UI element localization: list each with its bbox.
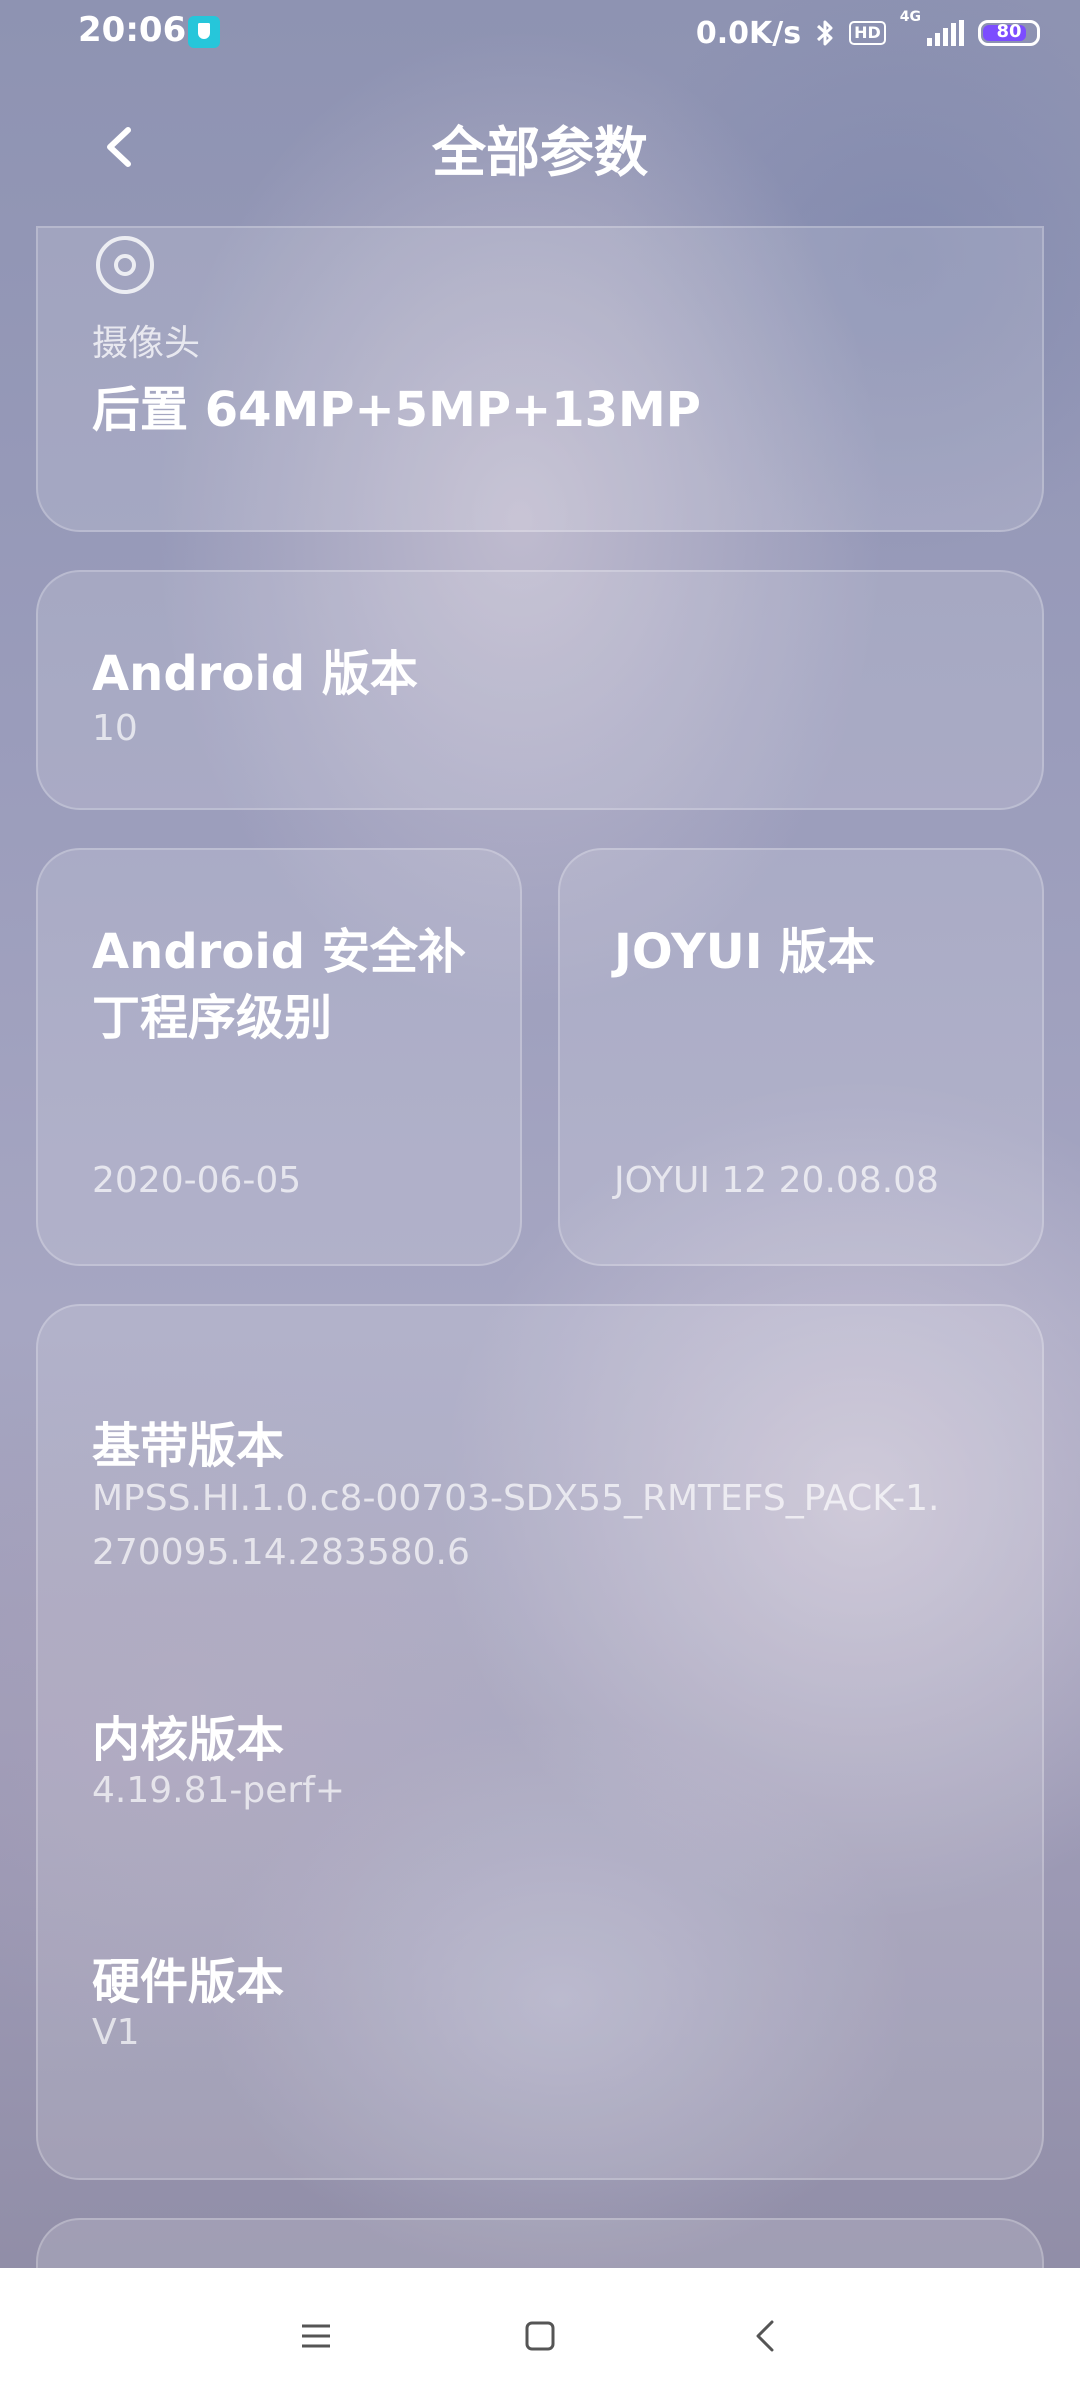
joyui-version-value: JOYUI 12 20.08.08 — [614, 1160, 939, 1201]
kernel-label: 内核版本 — [92, 1712, 285, 1768]
baseband-label: 基带版本 — [92, 1418, 285, 1474]
baseband-value-line2: 270095.14.283580.6 — [92, 1532, 470, 1573]
recents-button[interactable] — [286, 2306, 346, 2366]
security-shield-icon — [188, 16, 220, 48]
joyui-version-label: JOYUI 版本 — [614, 924, 876, 980]
battery-level: 80 — [996, 21, 1022, 42]
status-bar: 20:06 0.0K/s HD 4G 80 — [0, 0, 1080, 66]
status-time: 20:06 — [78, 10, 187, 50]
network-speed: 0.0K/s — [695, 15, 802, 51]
joyui-version-card[interactable]: JOYUI 版本 JOYUI 12 20.08.08 — [558, 848, 1044, 1266]
page-title: 全部参数 — [432, 121, 648, 184]
hd-voice-badge: HD — [849, 21, 886, 45]
android-version-value: 10 — [92, 708, 138, 749]
bluetooth-icon — [817, 20, 833, 46]
detail-item-kernel[interactable]: 内核版本 4.19.81-perf+ — [38, 1700, 1042, 1830]
camera-icon — [96, 236, 154, 294]
signal-icon — [927, 20, 964, 46]
security-patch-label-line2: 丁程序级别 — [92, 990, 333, 1046]
nav-back-button[interactable] — [736, 2306, 796, 2366]
camera-value: 后置 64MP+5MP+13MP — [92, 382, 701, 438]
details-card: 基带版本 MPSS.HI.1.0.c8-00703-SDX55_RMTEFS_P… — [36, 1304, 1044, 2180]
navigation-bar — [0, 2268, 1080, 2400]
security-patch-value: 2020-06-05 — [92, 1160, 302, 1201]
security-patch-label-line1: Android 安全补 — [92, 924, 466, 980]
network-type: 4G — [899, 9, 921, 25]
hardware-label: 硬件版本 — [92, 1954, 285, 2010]
kernel-value: 4.19.81-perf+ — [92, 1770, 346, 1811]
android-version-card[interactable]: Android 版本 10 — [36, 570, 1044, 810]
security-patch-card[interactable]: Android 安全补 丁程序级别 2020-06-05 — [36, 848, 522, 1266]
detail-item-hardware[interactable]: 硬件版本 V1 — [38, 1942, 1042, 2072]
home-icon — [525, 2321, 555, 2351]
page-header: 全部参数 — [0, 100, 1080, 190]
android-version-label: Android 版本 — [92, 646, 418, 702]
status-right-group: 0.0K/s HD 4G 80 — [696, 10, 1040, 56]
home-button[interactable] — [510, 2306, 570, 2366]
camera-card: 摄像头 后置 64MP+5MP+13MP — [36, 226, 1044, 532]
camera-label: 摄像头 — [92, 323, 201, 364]
hardware-value: V1 — [92, 2012, 140, 2053]
menu-icon — [302, 2324, 330, 2348]
baseband-value-line1: MPSS.HI.1.0.c8-00703-SDX55_RMTEFS_PACK-1… — [92, 1478, 940, 1519]
back-icon — [756, 2320, 774, 2352]
detail-item-baseband[interactable]: 基带版本 MPSS.HI.1.0.c8-00703-SDX55_RMTEFS_P… — [38, 1406, 1042, 1606]
battery-icon: 80 — [978, 20, 1040, 46]
